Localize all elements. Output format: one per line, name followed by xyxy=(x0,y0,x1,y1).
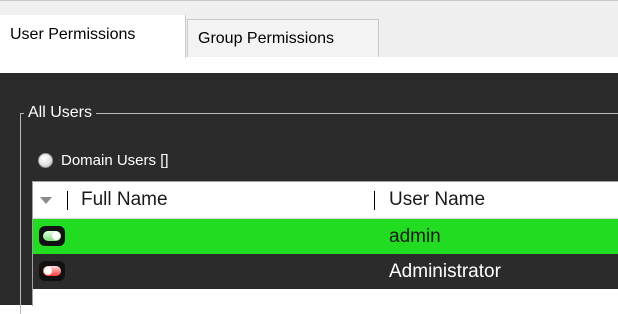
enabled-toggle-icon xyxy=(39,226,65,246)
users-grid-header: Full Name User Name xyxy=(33,182,618,219)
disabled-toggle-knob xyxy=(44,267,52,275)
column-header-user-name[interactable]: User Name xyxy=(389,182,485,218)
column-header-full-name[interactable]: Full Name xyxy=(81,182,168,218)
permissions-panel: All Users Domain Users [] Full Name User… xyxy=(0,73,618,314)
disabled-toggle-icon xyxy=(39,261,65,281)
column-separator[interactable] xyxy=(67,191,68,210)
tab-group-permissions-label: Group Permissions xyxy=(198,30,335,47)
tab-group-permissions[interactable]: Group Permissions xyxy=(187,19,379,57)
tab-user-permissions-label: User Permissions xyxy=(10,26,136,43)
all-users-groupbox-title: All Users xyxy=(24,103,97,123)
cell-user-name: Administrator xyxy=(389,261,501,282)
sort-dropdown-icon[interactable] xyxy=(40,197,52,204)
domain-users-radio-label: Domain Users [] xyxy=(61,151,169,169)
cell-user-name: admin xyxy=(389,226,441,247)
table-row[interactable]: admin xyxy=(33,219,618,254)
enabled-toggle-knob xyxy=(52,232,60,240)
domain-users-option[interactable]: Domain Users [] xyxy=(38,149,169,171)
users-grid: Full Name User Name admin Administrator xyxy=(32,181,618,306)
domain-users-radio[interactable] xyxy=(38,152,53,168)
column-separator[interactable] xyxy=(374,191,375,210)
table-row[interactable]: Administrator xyxy=(33,254,618,289)
tab-bar: User Permissions Group Permissions xyxy=(0,0,618,58)
tab-content-gap xyxy=(0,57,618,73)
tab-user-permissions[interactable]: User Permissions xyxy=(0,15,186,58)
